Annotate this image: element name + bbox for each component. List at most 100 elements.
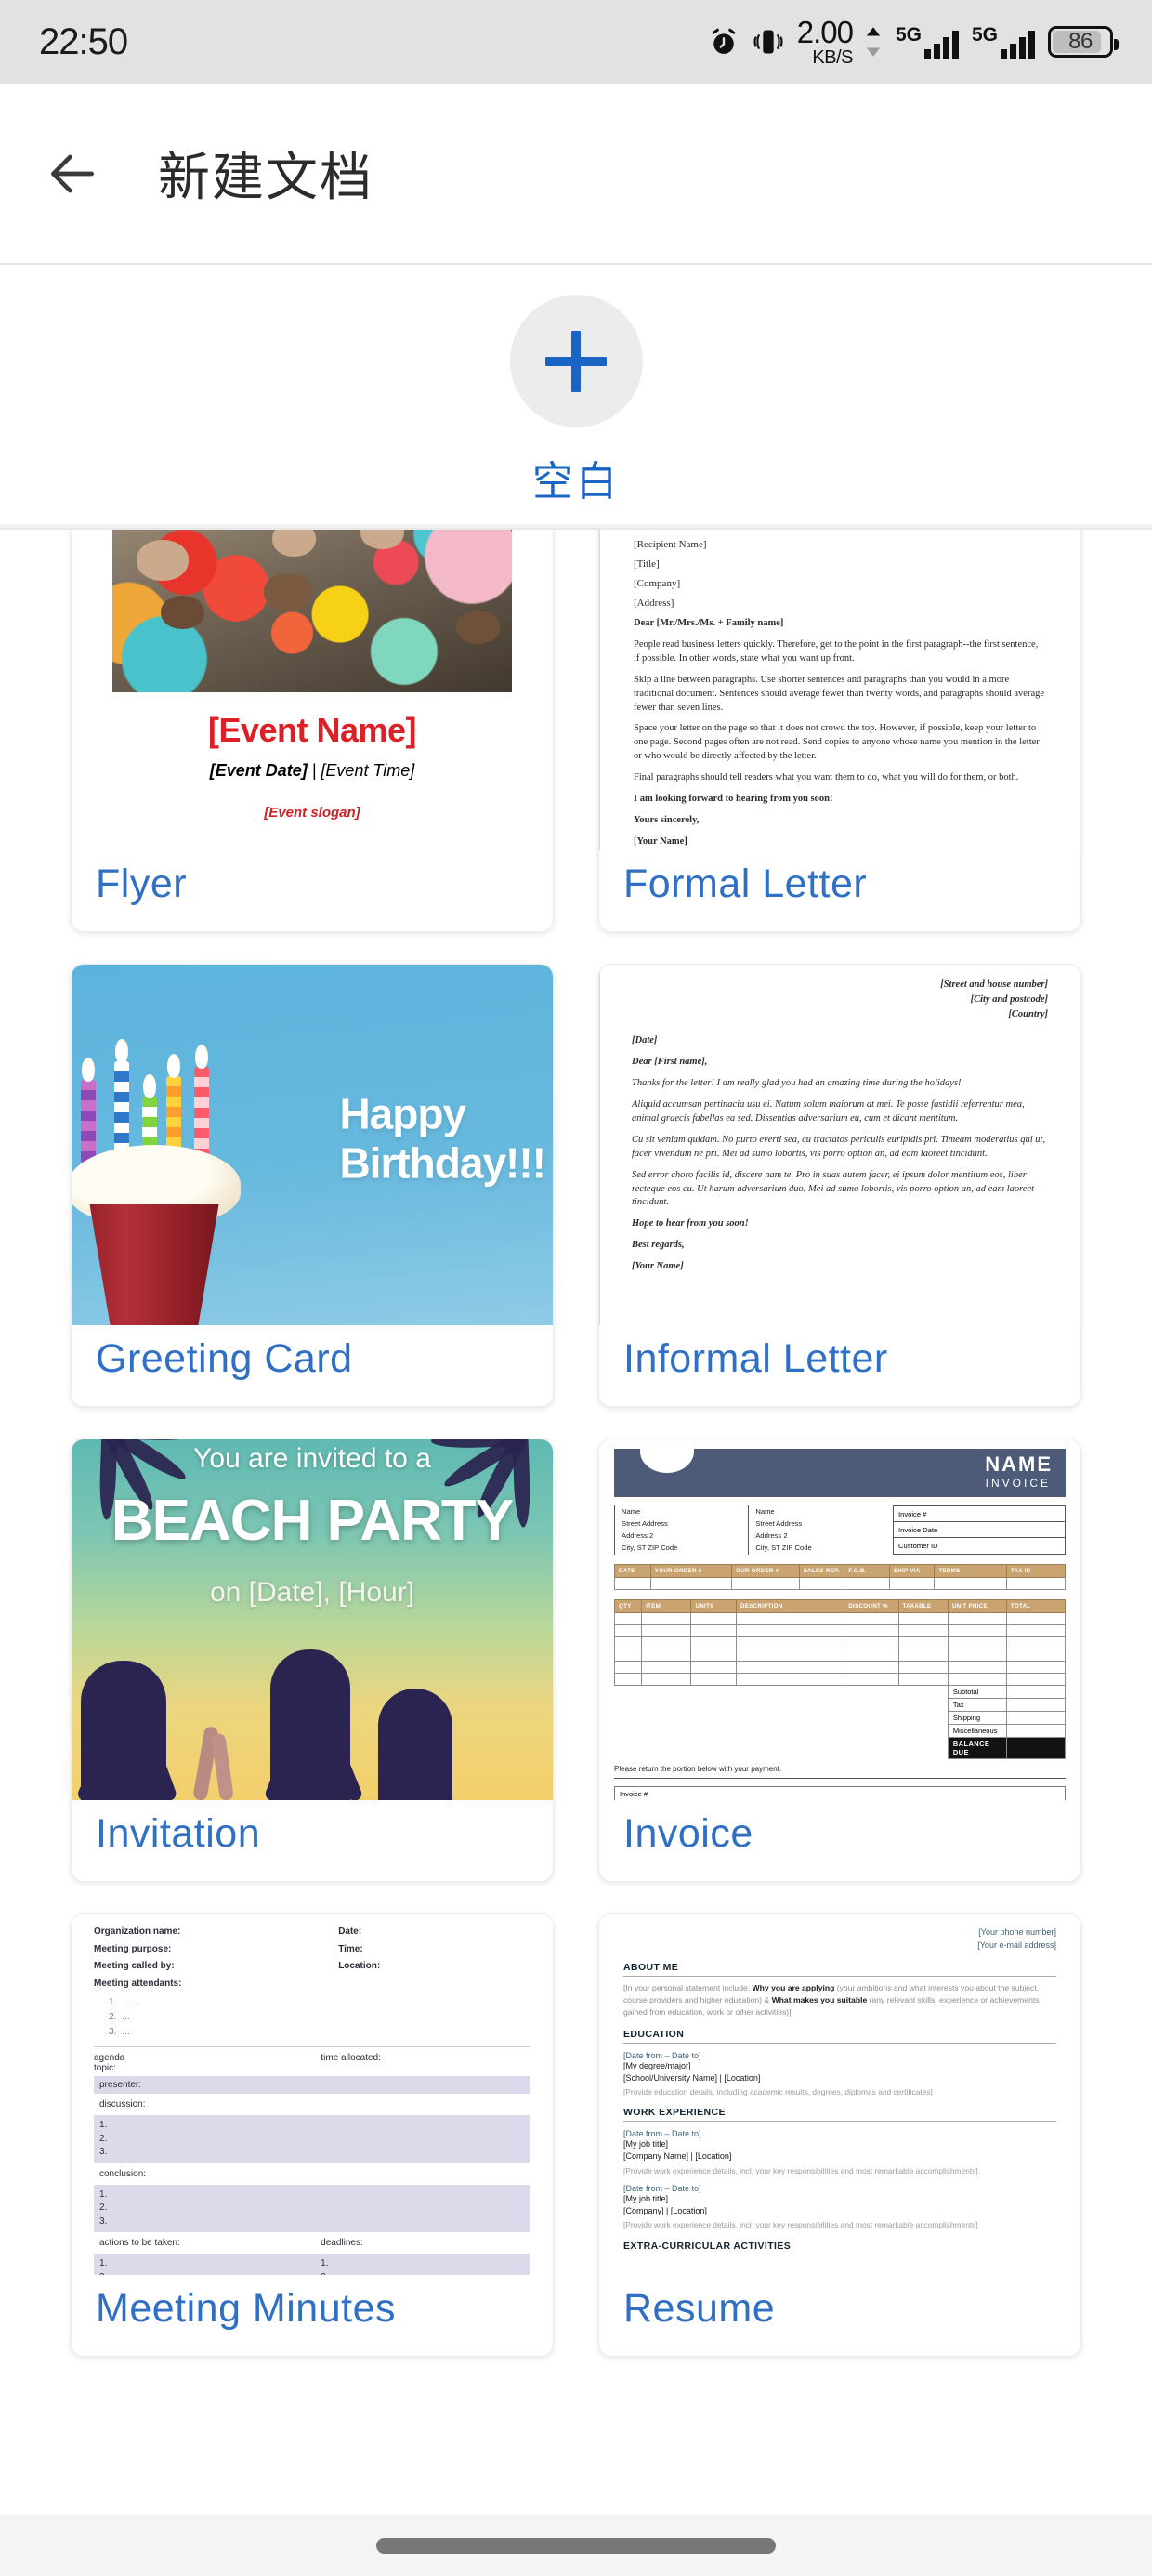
greeting-text: Happy Birthday!!! xyxy=(339,1089,546,1189)
template-list[interactable]: [Event Name] [Event Date] | [Event Time]… xyxy=(0,528,1152,2515)
invoice-logo xyxy=(640,1439,694,1473)
mm-actions: actions to be taken: xyxy=(99,2238,180,2248)
informal-p4: Sed error choro facilis id, discere nam … xyxy=(632,1169,1035,1208)
home-indicator[interactable] xyxy=(376,2537,776,2554)
formal-your-name: [Your Name] xyxy=(634,835,687,847)
resume-work2-date: [Date from – Date to] xyxy=(623,2184,701,2194)
mm-conclusion-items: 1. 2. 3. xyxy=(94,2184,530,2232)
mm-agenda: agenda xyxy=(94,2053,125,2063)
formal-address: [Address] xyxy=(634,598,674,609)
informal-addr-2: [City and postcode] xyxy=(970,993,1048,1005)
invoice-meta-block: Invoice # Invoice Date Customer ID xyxy=(893,1505,1066,1555)
cupcake-icon xyxy=(72,1039,259,1325)
mm-discussion: discussion: xyxy=(99,2099,146,2109)
status-icons: 2.00 KB/S 5G 5G 86 xyxy=(708,15,1119,67)
create-blank-document-button[interactable]: 空白 xyxy=(509,295,643,507)
flyer-photo xyxy=(112,530,512,692)
invoice-balance-due: BALANCE DUE xyxy=(947,1736,1007,1759)
formal-p4: Final paragraphs should tell readers wha… xyxy=(634,772,1019,783)
template-card-resume[interactable]: [Your phone number] [Your e-mail address… xyxy=(598,1913,1081,2357)
mm-date: Date: xyxy=(338,1926,362,1937)
back-button[interactable] xyxy=(43,144,102,204)
resume-work2-detail: [Provide work experience details, incl. … xyxy=(623,2220,978,2230)
app-header: 新建文档 xyxy=(0,84,1152,265)
template-label-flyer: Flyer xyxy=(96,861,188,906)
greeting-line-2: Birthday!!! xyxy=(339,1138,546,1188)
mm-presenter: presenter: xyxy=(94,2076,530,2094)
template-card-informal-letter[interactable]: [Street and house number] [City and post… xyxy=(598,964,1081,1407)
resume-work1-company: [Company Name] | [Location] xyxy=(623,2151,732,2162)
network-speed: 2.00 KB/S xyxy=(796,15,854,67)
template-label-informal-letter: Informal Letter xyxy=(623,1336,888,1381)
invitation-line-1: You are invited to a xyxy=(193,1443,431,1474)
flyer-event-datetime: [Event Date] | [Event Time] xyxy=(209,761,415,780)
resume-edu-date: [Date from – Date to] xyxy=(623,2050,701,2060)
formal-recipient: [Recipient Name] xyxy=(634,539,707,550)
resume-edu-detail: [Provide education details, including ac… xyxy=(623,2086,933,2096)
greeting-line-1: Happy xyxy=(339,1089,466,1138)
invoice-company-name: NAME xyxy=(985,1452,1053,1476)
system-navigation-bar xyxy=(0,2515,1152,2576)
flyer-event-time: [Event Time] xyxy=(321,761,415,780)
network-type-1: 5G xyxy=(895,23,922,46)
plus-icon xyxy=(545,330,607,392)
informal-closing: Hope to hear from you soon! xyxy=(632,1218,749,1229)
status-time: 22:50 xyxy=(39,20,128,62)
invitation-line-3: on [Date], [Hour] xyxy=(209,1577,415,1608)
flyer-event-name: [Event Name] xyxy=(207,711,417,749)
invoice-footer-field: Invoice # xyxy=(614,1785,1066,1800)
formal-p1: People read business letters quickly. Th… xyxy=(634,638,1039,664)
template-card-invitation[interactable]: You are invited to a BEACH PARTY on [Dat… xyxy=(71,1439,554,1882)
mm-purpose: Meeting purpose: xyxy=(94,1943,172,1954)
template-card-formal-letter[interactable]: [Address] [Date] [Recipient Name] [Title… xyxy=(598,530,1081,932)
template-label-resume: Resume xyxy=(623,2286,776,2331)
template-card-flyer[interactable]: [Event Name] [Event Date] | [Event Time]… xyxy=(71,530,554,932)
resume-education-heading: EDUCATION xyxy=(623,2029,1056,2044)
template-card-invoice[interactable]: NAME INVOICE Name Street Address Address… xyxy=(598,1439,1081,1882)
network-speed-value: 2.00 xyxy=(796,15,854,49)
resume-work1-detail: [Provide work experience details, incl. … xyxy=(623,2165,978,2175)
vibrate-icon xyxy=(753,30,783,54)
mm-called-by: Meeting called by: xyxy=(94,1961,175,1971)
formal-closing: I am looking forward to hearing from you… xyxy=(634,794,833,805)
invitation-preview: You are invited to a BEACH PARTY on [Dat… xyxy=(72,1439,553,1800)
signal-bars-1 xyxy=(923,30,959,59)
battery-icon: 86 xyxy=(1048,26,1119,58)
resume-edu-school: [School/University Name] | [Location] xyxy=(623,2072,761,2083)
template-card-greeting-card[interactable]: Happy Birthday!!! Greeting Card xyxy=(71,964,554,1407)
signal-bars-2 xyxy=(1001,30,1035,59)
resume-work1-date: [Date from – Date to] xyxy=(623,2129,701,2139)
template-label-formal-letter: Formal Letter xyxy=(623,861,868,906)
network-type-2: 5G xyxy=(971,23,998,46)
blank-section: 空白 xyxy=(0,265,1152,524)
flyer-preview: [Event Name] [Event Date] | [Event Time]… xyxy=(72,530,553,850)
informal-addr-3: [Country] xyxy=(1008,1008,1048,1019)
flyer-event-date: [Event Date] xyxy=(209,761,308,780)
mm-org-name: Organization name: xyxy=(94,1926,181,1937)
template-card-meeting-minutes[interactable]: Organization name: Date: Meeting purpose:… xyxy=(71,1913,554,2357)
greeting-card-preview: Happy Birthday!!! xyxy=(72,965,553,1325)
informal-salutation: Dear [First name], xyxy=(632,1057,708,1068)
formal-company: [Company] xyxy=(634,578,681,589)
informal-addr-1: [Street and house number] xyxy=(940,979,1048,990)
blank-circle xyxy=(509,295,643,427)
page-title: 新建文档 xyxy=(158,148,373,206)
formal-p2: Skip a line between paragraphs. Use shor… xyxy=(634,674,1045,713)
informal-your-name: [Your Name] xyxy=(632,1261,684,1272)
invitation-line-2: BEACH PARTY xyxy=(111,1489,514,1553)
resume-preview: [Your phone number] [Your e-mail address… xyxy=(599,1914,1080,2275)
formal-signoff: Yours sincerely, xyxy=(634,814,700,825)
signal-5g-2: 5G xyxy=(972,25,1035,59)
status-bar: 22:50 2.00 KB/S 5G 5G 86 xyxy=(0,0,1152,84)
invoice-to-block: Name Street Address Address 2 City, ST Z… xyxy=(748,1505,812,1555)
invitation-art: You are invited to a BEACH PARTY on [Dat… xyxy=(72,1439,553,1800)
informal-p2: Aliquid accumsan pertinacia usu ei. Natu… xyxy=(632,1098,1025,1124)
data-transfer-icon xyxy=(866,27,881,57)
template-label-invitation: Invitation xyxy=(96,1811,261,1856)
informal-signoff: Best regards, xyxy=(632,1240,685,1251)
invoice-from-block: Name Street Address Address 2 City, ST Z… xyxy=(614,1505,677,1555)
resume-extra-heading: EXTRA-CURRICULAR ACTIVITIES xyxy=(623,2240,792,2252)
resume-email: [Your e-mail address] xyxy=(977,1940,1056,1951)
invoice-order-table: DATE YOUR ORDER # OUR ORDER # SALES REP.… xyxy=(614,1563,1067,1590)
resume-about-heading: ABOUT ME xyxy=(623,1962,1056,1977)
